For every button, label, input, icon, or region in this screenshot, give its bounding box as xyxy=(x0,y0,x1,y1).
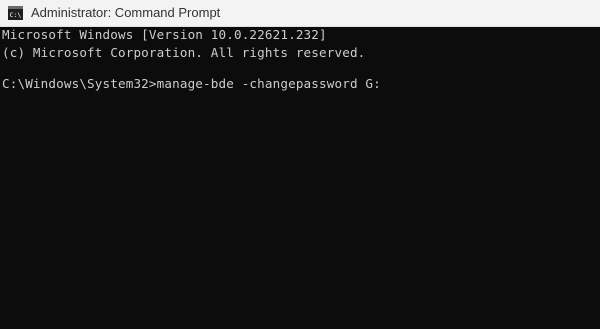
svg-text:C:\: C:\ xyxy=(10,11,22,19)
command-prompt-window: C:\ Administrator: Command Prompt Micros… xyxy=(0,0,600,329)
console-line-copyright: (c) Microsoft Corporation. All rights re… xyxy=(2,45,366,60)
cmd-console-icon: C:\ xyxy=(8,6,23,20)
console-line-version: Microsoft Windows [Version 10.0.22621.23… xyxy=(2,27,327,42)
command-prompt-line[interactable]: C:\Windows\System32>manage-bde -changepa… xyxy=(2,75,381,93)
title-bar[interactable]: C:\ Administrator: Command Prompt xyxy=(0,0,600,27)
window-title: Administrator: Command Prompt xyxy=(31,5,221,20)
console-output[interactable]: Microsoft Windows [Version 10.0.22621.23… xyxy=(0,27,600,329)
